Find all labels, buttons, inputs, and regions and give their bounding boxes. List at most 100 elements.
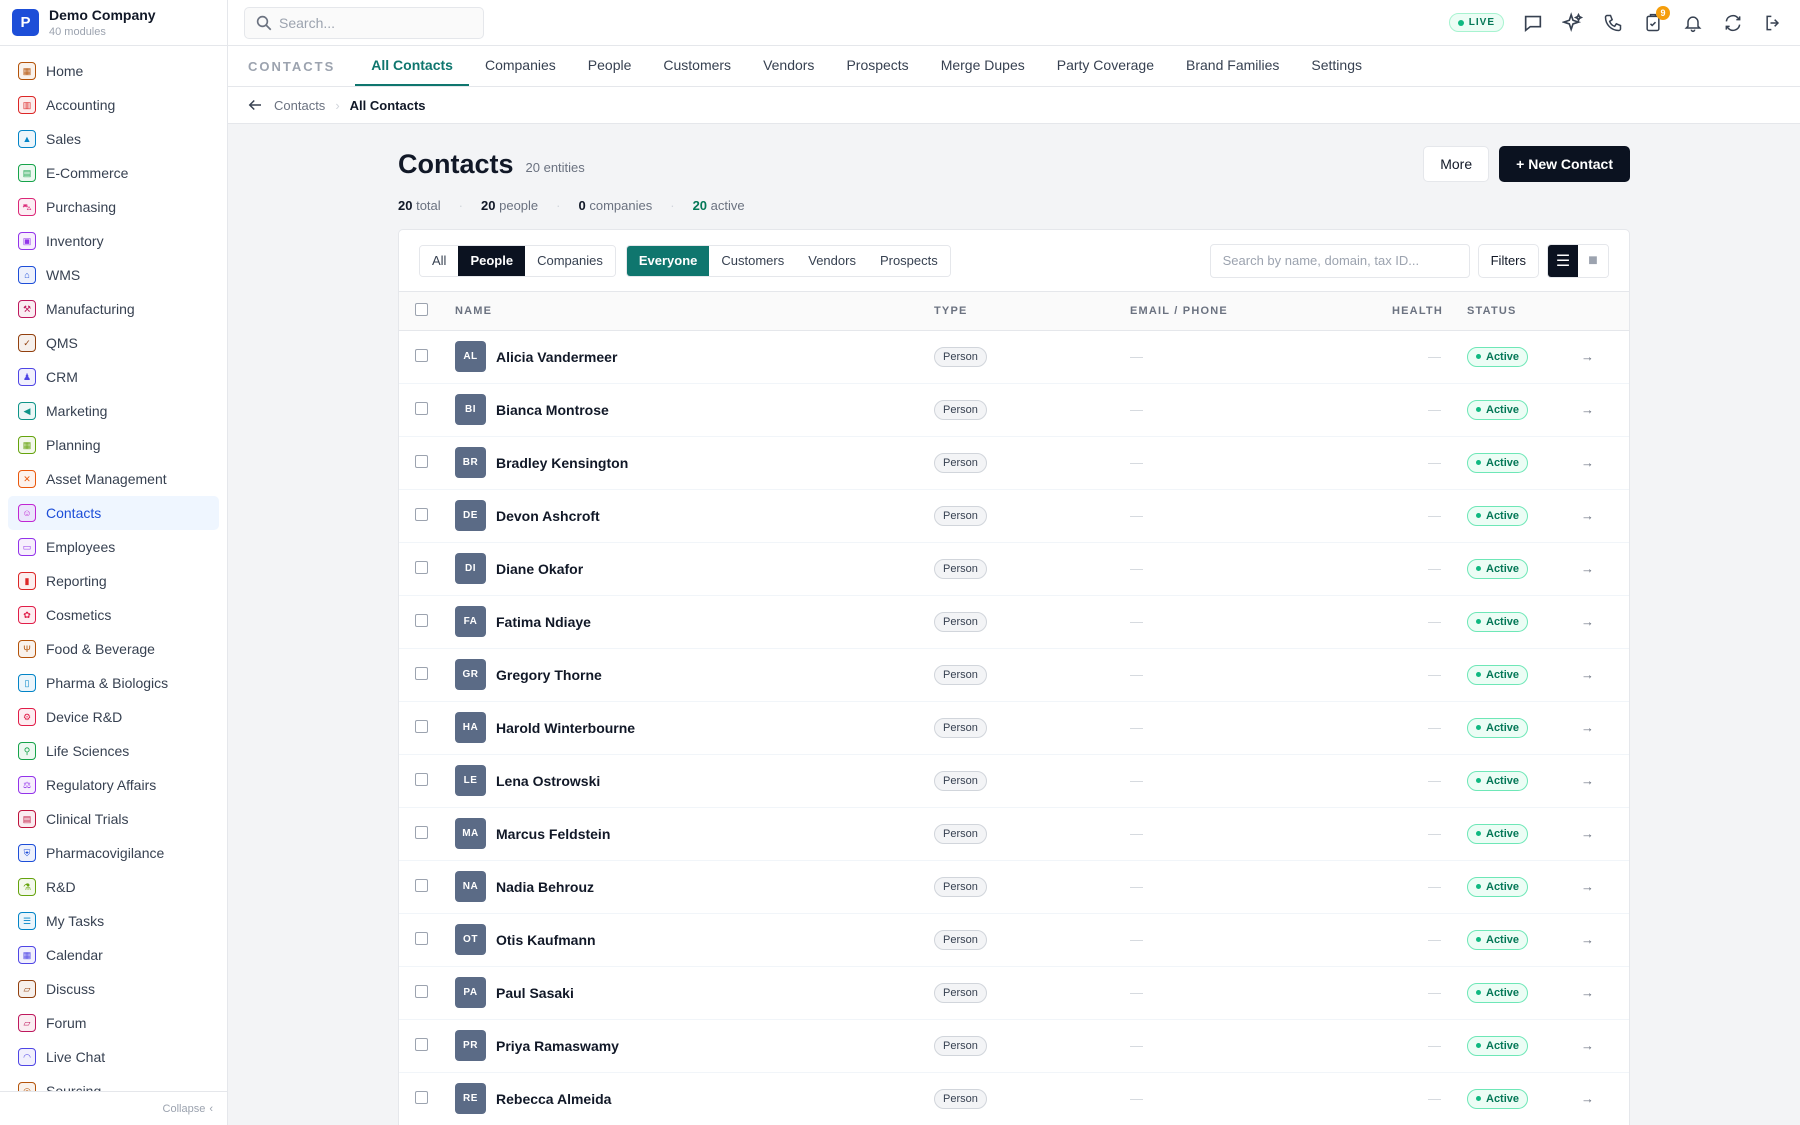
column-header-contact[interactable]: EMAIL / PHONE (1130, 292, 1374, 330)
table-row[interactable]: MA Marcus Feldstein Person — — Active → (399, 807, 1629, 860)
table-row[interactable]: BR Bradley Kensington Person — — Active → (399, 436, 1629, 489)
contact-name-link[interactable]: Paul Sasaki (496, 985, 574, 1001)
filters-button[interactable]: Filters (1477, 243, 1539, 278)
arrow-right-icon[interactable]: → (1581, 879, 1594, 894)
sidebar-item-wms[interactable]: ⌂ WMS (8, 258, 219, 292)
arrow-right-icon[interactable]: → (1581, 455, 1594, 470)
breadcrumb-contacts[interactable]: Contacts (274, 98, 325, 113)
sidebar-item-calendar[interactable]: ▦ Calendar (8, 938, 219, 972)
arrow-right-icon[interactable]: → (1581, 402, 1594, 417)
sidebar-item-food-and-beverage[interactable]: Ψ Food & Beverage (8, 632, 219, 666)
sidebar-item-employees[interactable]: ▭ Employees (8, 530, 219, 564)
sidebar-item-purchasing[interactable]: ⛍ Purchasing (8, 190, 219, 224)
contact-name-link[interactable]: Otis Kaufmann (496, 932, 596, 948)
tab-all-contacts[interactable]: All Contacts (355, 46, 469, 86)
arrow-right-icon[interactable]: → (1581, 1038, 1594, 1053)
contact-name-link[interactable]: Devon Ashcroft (496, 508, 600, 524)
table-row[interactable]: RE Rebecca Almeida Person — — Active → (399, 1072, 1629, 1125)
arrow-right-icon[interactable]: → (1581, 561, 1594, 576)
row-checkbox[interactable] (415, 772, 428, 786)
new-contact-button[interactable]: + New Contact (1499, 146, 1630, 182)
row-checkbox[interactable] (415, 1090, 428, 1104)
tab-brand-families[interactable]: Brand Families (1170, 46, 1295, 86)
grid-view-icon[interactable]: ■ (1578, 244, 1608, 277)
filter-relation-prospects[interactable]: Prospects (867, 245, 950, 276)
contact-name-link[interactable]: Rebecca Almeida (496, 1091, 611, 1107)
sidebar-item-planning[interactable]: ▦ Planning (8, 428, 219, 462)
contact-name-link[interactable]: Alicia Vandermeer (496, 349, 617, 365)
column-header-name[interactable]: NAME (455, 292, 934, 330)
contact-name-link[interactable]: Lena Ostrowski (496, 773, 600, 789)
table-row[interactable]: NA Nadia Behrouz Person — — Active → (399, 860, 1629, 913)
row-checkbox[interactable] (415, 507, 428, 521)
sidebar-item-reporting[interactable]: ▮ Reporting (8, 564, 219, 598)
arrow-right-icon[interactable]: → (1581, 1091, 1594, 1106)
tab-settings[interactable]: Settings (1295, 46, 1378, 86)
arrow-right-icon[interactable]: → (1581, 985, 1594, 1000)
sidebar-item-inventory[interactable]: ▣ Inventory (8, 224, 219, 258)
bell-icon[interactable] (1682, 12, 1704, 34)
sidebar-item-randd[interactable]: ⚗ R&D (8, 870, 219, 904)
filter-kind-all[interactable]: All (420, 245, 459, 276)
more-button[interactable]: More (1423, 146, 1490, 182)
contact-name-link[interactable]: Marcus Feldstein (496, 826, 610, 842)
row-checkbox[interactable] (415, 825, 428, 839)
brand-header[interactable]: P Demo Company 40 modules (0, 0, 227, 46)
contact-name-link[interactable]: Bianca Montrose (496, 402, 609, 418)
switch-icon[interactable] (1722, 12, 1744, 34)
tab-prospects[interactable]: Prospects (830, 46, 924, 86)
contact-name-link[interactable]: Nadia Behrouz (496, 879, 594, 895)
sidebar-item-life-sciences[interactable]: ⚲ Life Sciences (8, 734, 219, 768)
table-row[interactable]: LE Lena Ostrowski Person — — Active → (399, 754, 1629, 807)
table-row[interactable]: HA Harold Winterbourne Person — — Active → (399, 701, 1629, 754)
arrow-right-icon[interactable]: → (1581, 614, 1594, 629)
table-search-input[interactable] (1209, 243, 1470, 278)
table-row[interactable]: FA Fatima Ndiaye Person — — Active → (399, 595, 1629, 648)
row-checkbox[interactable] (415, 348, 428, 362)
list-view-icon[interactable]: ☰ (1548, 244, 1578, 277)
column-header-status[interactable]: STATUS (1455, 292, 1546, 330)
sidebar-item-accounting[interactable]: ▥ Accounting (8, 88, 219, 122)
sidebar-item-sourcing[interactable]: ◎ Sourcing (8, 1074, 219, 1091)
arrow-right-icon[interactable]: → (1581, 720, 1594, 735)
collapse-button[interactable]: Collapse ‹ (0, 1091, 227, 1125)
sidebar-item-qms[interactable]: ✓ QMS (8, 326, 219, 360)
table-row[interactable]: GR Gregory Thorne Person — — Active → (399, 648, 1629, 701)
column-header-type[interactable]: TYPE (934, 292, 1130, 330)
contact-name-link[interactable]: Harold Winterbourne (496, 720, 635, 736)
sidebar-item-clinical-trials[interactable]: ▤ Clinical Trials (8, 802, 219, 836)
arrow-right-icon[interactable]: → (1581, 349, 1594, 364)
sidebar-item-sales[interactable]: ▲ Sales (8, 122, 219, 156)
row-checkbox[interactable] (415, 613, 428, 627)
contact-name-link[interactable]: Diane Okafor (496, 561, 583, 577)
sidebar-item-regulatory-affairs[interactable]: ⚖ Regulatory Affairs (8, 768, 219, 802)
filter-relation-customers[interactable]: Customers (709, 245, 797, 276)
arrow-right-icon[interactable]: → (1581, 826, 1594, 841)
table-row[interactable]: OT Otis Kaufmann Person — — Active → (399, 913, 1629, 966)
sidebar-item-crm[interactable]: ♟ CRM (8, 360, 219, 394)
tab-people[interactable]: People (572, 46, 648, 86)
sidebar-item-discuss[interactable]: ▱ Discuss (8, 972, 219, 1006)
sidebar-item-marketing[interactable]: ◀ Marketing (8, 394, 219, 428)
row-checkbox[interactable] (415, 1037, 428, 1051)
back-arrow-icon[interactable] (246, 96, 264, 114)
table-row[interactable]: AL Alicia Vandermeer Person — — Active → (399, 330, 1629, 383)
table-row[interactable]: PA Paul Sasaki Person — — Active → (399, 966, 1629, 1019)
column-header-health[interactable]: HEALTH (1374, 292, 1455, 330)
row-checkbox[interactable] (415, 560, 428, 574)
row-checkbox[interactable] (415, 454, 428, 468)
table-row[interactable]: PR Priya Ramaswamy Person — — Active → (399, 1019, 1629, 1072)
contact-name-link[interactable]: Bradley Kensington (496, 455, 628, 471)
sidebar-item-my-tasks[interactable]: ☰ My Tasks (8, 904, 219, 938)
row-checkbox[interactable] (415, 878, 428, 892)
sidebar-item-contacts[interactable]: ☺ Contacts (8, 496, 219, 530)
sidebar-item-e-commerce[interactable]: ▤ E-Commerce (8, 156, 219, 190)
messages-icon[interactable] (1522, 12, 1544, 34)
sidebar-item-pharmacovigilance[interactable]: ⛨ Pharmacovigilance (8, 836, 219, 870)
table-row[interactable]: BI Bianca Montrose Person — — Active → (399, 383, 1629, 436)
sidebar-item-pharma-and-biologics[interactable]: ▯ Pharma & Biologics (8, 666, 219, 700)
contact-name-link[interactable]: Fatima Ndiaye (496, 614, 591, 630)
tab-party-coverage[interactable]: Party Coverage (1041, 46, 1170, 86)
phone-icon[interactable] (1602, 12, 1624, 34)
row-checkbox[interactable] (415, 666, 428, 680)
